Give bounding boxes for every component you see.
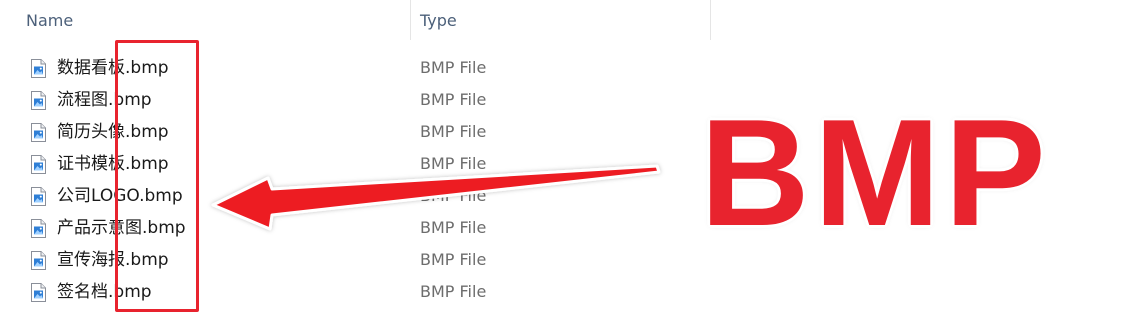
file-row[interactable]: 简历头像.bmp BMP File [0, 116, 720, 148]
file-row[interactable]: 产品示意图.bmp BMP File [0, 212, 720, 244]
file-name: 产品示意图.bmp [57, 218, 186, 238]
file-name: 流程图.bmp [57, 90, 152, 110]
file-type: BMP File [420, 154, 487, 173]
bmp-file-icon [31, 251, 46, 270]
file-type: BMP File [420, 218, 487, 237]
file-row[interactable]: 证书模板.bmp BMP File [0, 148, 720, 180]
file-name: 公司LOGO.bmp [57, 186, 183, 206]
file-name: 简历头像.bmp [57, 122, 169, 142]
file-explorer-view: Name Type 数据看板.bmp BMP File 流程图.bmp BMP … [0, 0, 1142, 335]
column-divider[interactable] [710, 0, 711, 40]
file-row[interactable]: 流程图.bmp BMP File [0, 84, 720, 116]
file-name: 签名档.bmp [57, 282, 152, 302]
column-header-name-label: Name [26, 10, 74, 30]
file-type: BMP File [420, 186, 487, 205]
bmp-file-icon [31, 59, 46, 78]
bmp-file-icon [31, 283, 46, 302]
file-name: 宣传海报.bmp [57, 250, 169, 270]
file-type: BMP File [420, 122, 487, 141]
file-name: 数据看板.bmp [57, 58, 169, 78]
file-row[interactable]: 数据看板.bmp BMP File [0, 52, 720, 84]
file-type: BMP File [420, 282, 487, 301]
file-name: 证书模板.bmp [57, 154, 169, 174]
file-row[interactable]: 宣传海报.bmp BMP File [0, 244, 720, 276]
file-type: BMP File [420, 90, 487, 109]
bmp-file-icon [31, 155, 46, 174]
file-type: BMP File [420, 58, 487, 77]
bmp-file-icon [31, 219, 46, 238]
bmp-file-icon [31, 91, 46, 110]
annotation-label: BMP [700, 88, 1050, 258]
bmp-file-icon [31, 187, 46, 206]
column-header-name[interactable]: Name [0, 0, 410, 40]
file-type: BMP File [420, 250, 487, 269]
file-row[interactable]: 签名档.bmp BMP File [0, 276, 720, 308]
bmp-file-icon [31, 123, 46, 142]
column-header-type[interactable]: Type [411, 0, 710, 40]
file-row[interactable]: 公司LOGO.bmp BMP File [0, 180, 720, 212]
file-list: 数据看板.bmp BMP File 流程图.bmp BMP File 简历头像.… [0, 52, 720, 308]
column-header-type-label: Type [420, 10, 457, 30]
